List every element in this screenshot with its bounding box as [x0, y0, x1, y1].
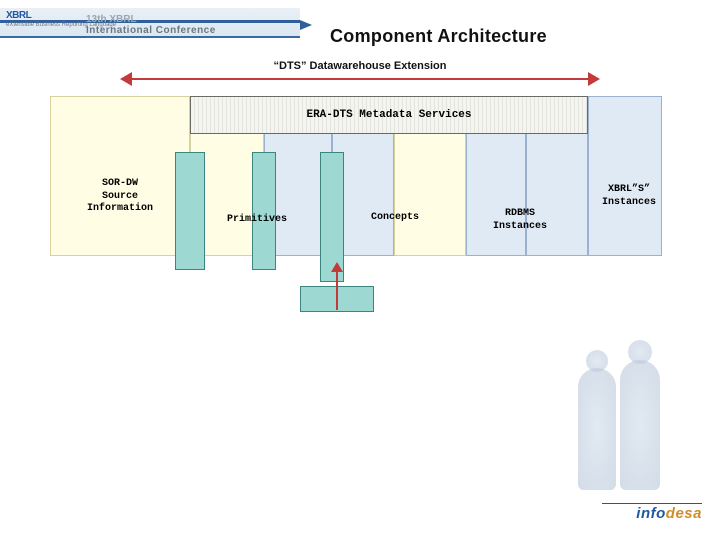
column-sor — [50, 96, 190, 256]
label-primitives: Primitives — [210, 214, 304, 227]
figure-head-1 — [628, 340, 652, 364]
brand-line-icon — [602, 503, 702, 504]
label-xbrl: XBRL”S”Instances — [594, 184, 664, 209]
arrow-right-icon — [588, 72, 600, 86]
footer-brand: infodesa — [636, 505, 702, 522]
connector-b — [252, 152, 276, 270]
header-arrow-icon — [300, 20, 312, 30]
extension-subtitle: “DTS” Datawarehouse Extension — [130, 60, 590, 72]
column-xbrl — [588, 96, 662, 256]
label-sor: SOR-DWSourceInformation — [58, 178, 182, 216]
figure-body-2 — [578, 368, 616, 490]
xbrl-logo-text: XBRL — [6, 10, 31, 21]
metadata-services-bar: ERA-DTS Metadata Services — [190, 96, 588, 134]
inflow-arrow-line-icon — [336, 270, 338, 310]
conference-line: 13th XBRL International Conference — [86, 14, 216, 36]
page-title: Component Architecture — [330, 26, 547, 47]
slide-canvas: XBRL eXtensible Business Reporting Langu… — [0, 0, 720, 540]
figure-body-1 — [620, 360, 660, 490]
figure-head-2 — [586, 350, 608, 372]
conference-prefix: 13th XBRL — [86, 14, 137, 25]
conference-title: International Conference — [86, 25, 216, 36]
inflow-arrow-head-icon — [331, 262, 343, 272]
xbrl-logo: XBRL — [6, 10, 31, 21]
label-rdbms: RDBMSInstances — [470, 208, 570, 233]
label-concepts: Concepts — [354, 212, 436, 225]
arrow-line-icon — [130, 78, 590, 80]
